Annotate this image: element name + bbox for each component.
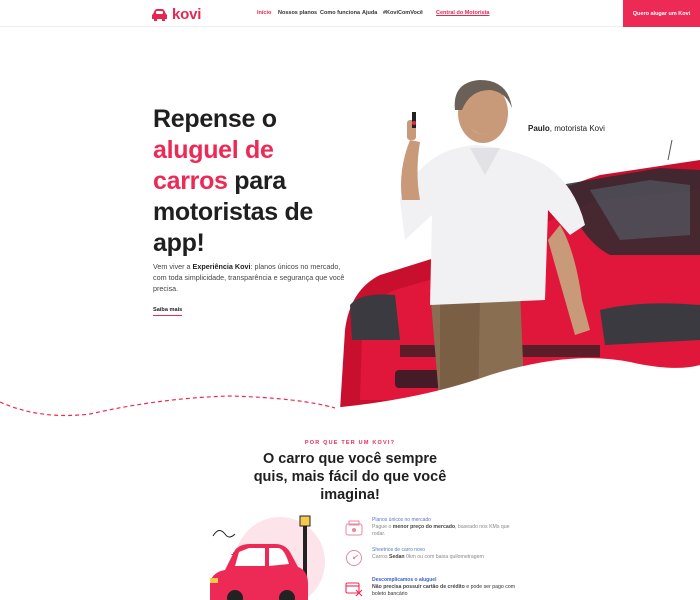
feature-desc-bold: menor preço do mercado (392, 524, 456, 530)
kovi-logo[interactable]: kovi (151, 6, 201, 23)
nav-plans[interactable]: Nossos planos (278, 10, 317, 16)
learn-more-link[interactable]: Saiba mais (153, 307, 183, 316)
feature-item[interactable]: Planos únicos no mercado Pague o menor p… (345, 517, 515, 545)
feature-title: Descomplicamos o aluguel (372, 577, 437, 583)
hero-title: Repense o aluguel de carros para motoris… (153, 104, 343, 259)
feature-item[interactable]: Sheetrios de carro novo Carros Sedan 0km… (345, 547, 515, 575)
nav-hashtag[interactable]: #KoviComVocê (383, 10, 423, 16)
car-illustration: + (210, 515, 325, 600)
hero-description: Vem viver a Experiência Kovi: planos úni… (153, 261, 353, 294)
features-list: Planos únicos no mercado Pague o menor p… (345, 517, 515, 600)
car-logo-icon (152, 9, 167, 21)
driver-caption: Paulo, motorista Kovi (528, 124, 605, 133)
feature-title: Planos únicos no mercado (372, 517, 431, 523)
feature-desc-post: 0km ou com baixa quilometragem (404, 554, 484, 560)
hero-desc-bold: Experiência Kovi (192, 262, 251, 271)
feature-desc: Não precisa possuir cartão de crédito e … (372, 584, 522, 598)
rent-kovi-button[interactable]: Quero alugar um Kovi (623, 0, 700, 27)
feature-item[interactable]: Descomplicamos o aluguel Não precisa pos… (345, 577, 515, 600)
nav-help[interactable]: Ajuda (362, 10, 377, 16)
section-eyebrow: POR QUE TER UM KOVI? (304, 440, 396, 446)
feature-desc-bold: Sedan (389, 554, 405, 560)
nav-home[interactable]: Início (257, 10, 271, 16)
top-navbar: kovi Início Nossos planos Como funciona … (0, 0, 700, 27)
hero-title-line1: Repense o (153, 105, 277, 133)
speedometer-icon (346, 550, 362, 566)
hero-desc-pre: Vem viver a (153, 262, 193, 271)
hero-illustration (0, 80, 700, 422)
logo-text: kovi (172, 6, 202, 23)
feature-desc: Carros Sedan 0km ou com baixa quilometra… (372, 554, 522, 561)
price-tag-icon (345, 520, 363, 536)
nav-how-it-works[interactable]: Como funciona (320, 10, 360, 16)
feature-title: Sheetrios de carro novo (372, 547, 426, 553)
driver-role: , motorista Kovi (549, 124, 605, 133)
feature-desc-pre: Carros (372, 554, 390, 560)
section-title: O carro que você sempre quis, mais fácil… (253, 451, 447, 503)
driver-name: Paulo (528, 124, 550, 133)
card-icon (345, 582, 363, 597)
nav-driver-central[interactable]: Central do Motorista (436, 10, 489, 16)
feature-desc-pre: Pague o (372, 524, 393, 530)
feature-desc: Pague o menor preço do mercado, baseado … (372, 524, 522, 538)
feature-desc-bold: Não precisa possuir cartão de crédito (372, 584, 465, 590)
